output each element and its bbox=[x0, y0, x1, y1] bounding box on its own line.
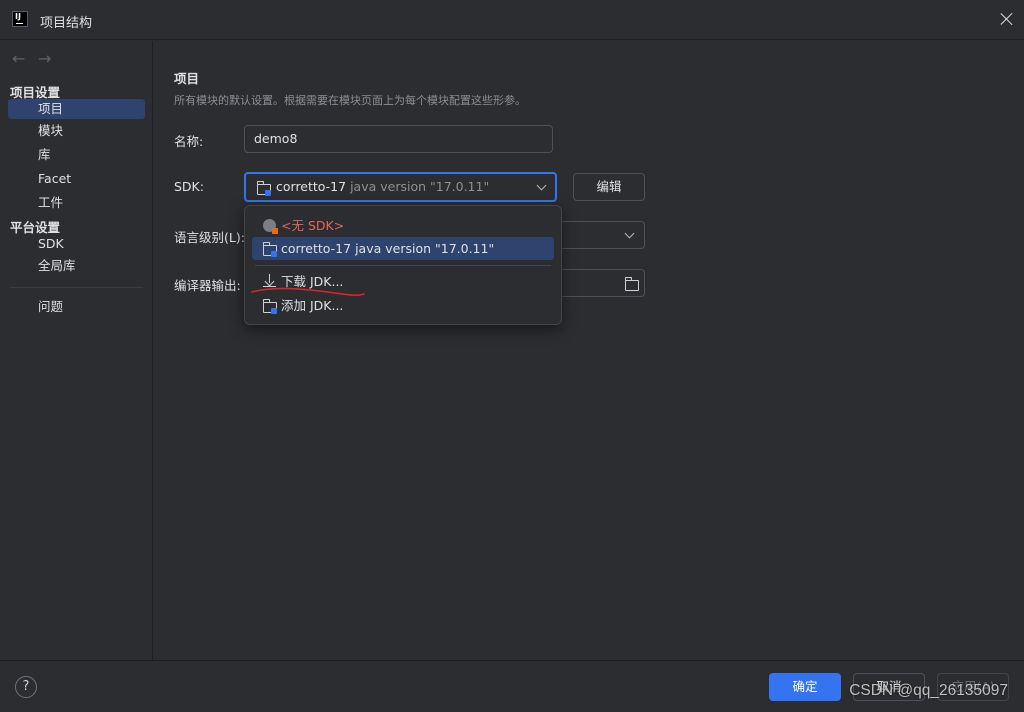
sdk-option-corretto-17[interactable]: corretto-17 java version "17.0.11" bbox=[252, 237, 554, 260]
main-panel: 项目 所有模块的默认设置。根据需要在模块页面上为每个模块配置这些形参。 名称: … bbox=[154, 41, 1024, 660]
section-title: 项目 bbox=[174, 71, 200, 86]
sidebar-item-libraries[interactable]: 库 bbox=[8, 145, 145, 165]
language-level-label: 语言级别(L): bbox=[174, 230, 245, 245]
sidebar-divider bbox=[10, 287, 143, 288]
compiler-output-label: 编译器输出: bbox=[174, 278, 241, 293]
sdk-name: corretto-17 bbox=[276, 179, 347, 194]
sdk-dropdown-popup: <无 SDK> corretto-17 java version "17.0.1… bbox=[244, 205, 562, 325]
add-jdk-label: 添加 JDK... bbox=[281, 298, 344, 313]
browse-folder-icon[interactable] bbox=[624, 277, 639, 291]
red-underline-annotation bbox=[251, 287, 365, 297]
forward-arrow-icon[interactable]: → bbox=[38, 49, 51, 68]
sdk-badge-icon bbox=[265, 190, 271, 196]
name-label: 名称: bbox=[174, 134, 204, 149]
compiler-output-field[interactable] bbox=[549, 269, 645, 297]
sidebar-item-global-libraries[interactable]: 全局库 bbox=[8, 256, 145, 276]
sdk-selected-value: corretto-17 java version "17.0.11" bbox=[276, 174, 489, 200]
sidebar-item-artifacts[interactable]: 工件 bbox=[8, 193, 145, 213]
sdk-option-none[interactable]: <无 SDK> bbox=[252, 214, 554, 237]
sidebar-item-problems[interactable]: 问题 bbox=[8, 297, 145, 317]
globe-icon bbox=[263, 219, 278, 234]
sidebar-item-project[interactable]: 项目 bbox=[8, 99, 145, 119]
section-description: 所有模块的默认设置。根据需要在模块页面上为每个模块配置这些形参。 bbox=[174, 94, 526, 107]
title-bar: IJ 项目结构 bbox=[0, 0, 1024, 40]
chevron-down-icon bbox=[536, 180, 547, 191]
name-input[interactable]: demo8 bbox=[244, 125, 553, 153]
language-level-combobox[interactable] bbox=[549, 221, 645, 249]
popup-divider bbox=[255, 265, 551, 266]
sdk-option-none-label: <无 SDK> bbox=[281, 218, 345, 233]
sdk-badge-icon bbox=[271, 308, 277, 314]
sdk-option-corretto-17-label: corretto-17 java version "17.0.11" bbox=[281, 241, 495, 256]
sdk-label: SDK: bbox=[174, 179, 204, 194]
edit-button[interactable]: 编辑 bbox=[573, 173, 645, 201]
sidebar-item-sdks[interactable]: SDK bbox=[8, 234, 145, 254]
sdk-badge-icon bbox=[271, 251, 277, 257]
ok-button[interactable]: 确定 bbox=[769, 673, 841, 701]
close-icon[interactable] bbox=[998, 10, 1016, 28]
intellij-logo-icon: IJ bbox=[12, 11, 28, 27]
sidebar-item-facets[interactable]: Facet bbox=[8, 169, 145, 189]
sidebar: ← → 项目设置 项目 模块 库 Facet 工件 平台设置 SDK 全局库 问… bbox=[0, 41, 153, 660]
chevron-down-icon bbox=[624, 228, 635, 239]
help-icon[interactable]: ? bbox=[15, 676, 37, 698]
back-arrow-icon[interactable]: ← bbox=[12, 49, 25, 68]
sdk-version: java version "17.0.11" bbox=[350, 179, 490, 194]
sidebar-item-modules[interactable]: 模块 bbox=[8, 121, 145, 141]
sdk-combobox[interactable]: corretto-17 java version "17.0.11" bbox=[244, 172, 557, 202]
csdn-watermark: CSDN @qq_26135097 bbox=[849, 682, 1008, 699]
window-title: 项目结构 bbox=[40, 16, 93, 31]
